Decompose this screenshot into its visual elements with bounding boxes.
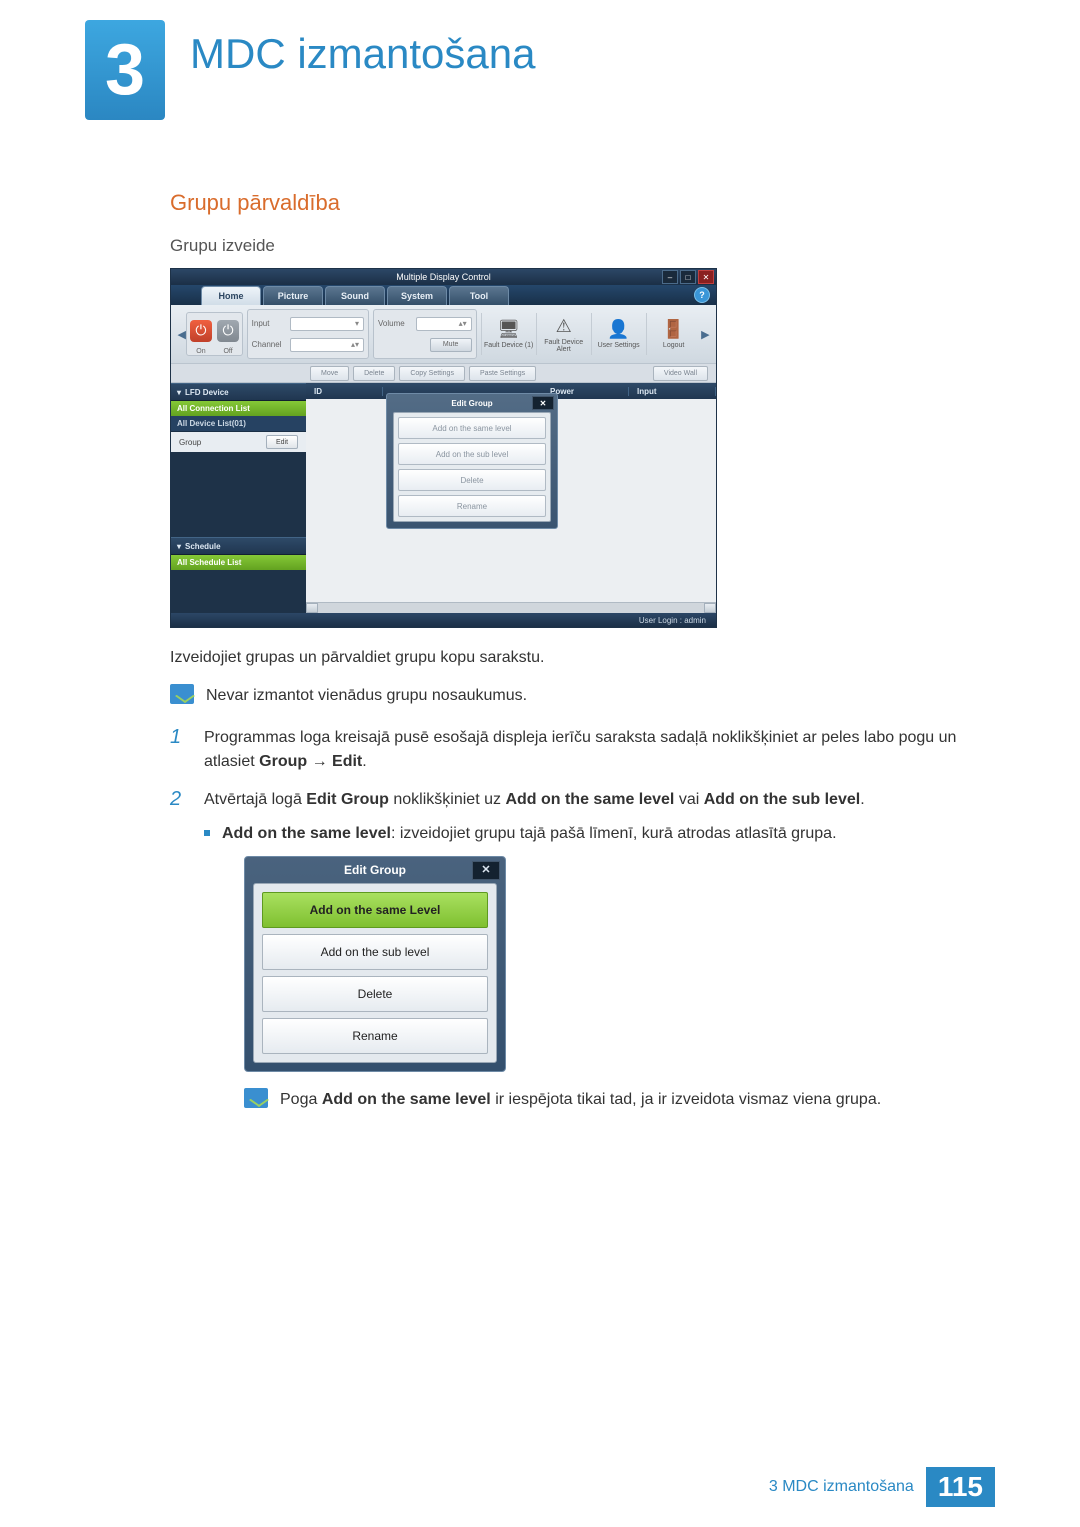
horizontal-scrollbar[interactable] [306,602,716,613]
user-icon: 👤 [607,319,629,340]
input-channel-block: Input▾ Channel▴▾ [247,309,369,359]
large-opt-rename[interactable]: Rename [262,1018,488,1054]
bullet-1: Add on the same level: izveidojiet grupu… [222,822,837,846]
video-wall-button[interactable]: Video Wall [653,366,708,381]
sidebar-lfd-header[interactable]: ▾ LFD Device [171,383,306,401]
main-area: ID Power Input Edit Group ✕ Add on the s… [306,383,716,613]
warning-icon: ⚠ [556,316,572,337]
maximize-icon[interactable]: □ [680,270,696,284]
sidebar-group-label: Group [179,438,201,447]
minimize-icon[interactable]: – [662,270,678,284]
dialog-large-close-icon[interactable]: ✕ [472,861,500,880]
chapter-title: MDC izmantošana [190,30,535,78]
sidebar-all-connection[interactable]: All Connection List [171,401,306,416]
paste-settings-button[interactable]: Paste Settings [469,366,536,381]
scroll-right-icon[interactable]: ▶ [701,314,710,354]
large-opt-add-same[interactable]: Add on the same Level [262,892,488,928]
logout-button[interactable]: 🚪Logout [646,313,701,355]
large-opt-add-sub[interactable]: Add on the sub level [262,934,488,970]
tab-picture[interactable]: Picture [263,286,323,305]
col-id: ID [306,387,383,396]
opt-add-sub-level[interactable]: Add on the sub level [398,443,546,465]
channel-stepper[interactable]: ▴▾ [290,338,364,352]
tab-tool[interactable]: Tool [449,286,509,305]
user-settings-button[interactable]: 👤User Settings [591,313,646,355]
status-bar: User Login : admin [171,613,716,627]
step-2-number: 2 [170,788,188,1130]
scroll-left-icon[interactable]: ◀ [177,314,186,354]
note-2: Poga Add on the same level ir iespējota … [280,1088,881,1112]
volume-block: Volume▴▾ Mute [373,309,477,359]
note-1: Nevar izmantot vienādus grupu nosaukumus… [206,684,527,708]
window-title: Multiple Display Control [396,272,491,282]
main-tabs: Home Picture Sound System Tool ? [171,285,716,305]
tab-sound[interactable]: Sound [325,286,385,305]
power-on-label: On [187,348,214,355]
volume-stepper[interactable]: ▴▾ [416,317,472,331]
edit-group-dialog: Edit Group ✕ Add on the same level Add o… [386,393,558,529]
input-dropdown[interactable]: ▾ [290,317,364,331]
tab-home[interactable]: Home [201,286,261,305]
opt-delete[interactable]: Delete [398,469,546,491]
footer-page-number: 115 [926,1467,995,1507]
bullet-dot-icon [204,830,210,836]
fault-alert-button[interactable]: ⚠Fault Device Alert [536,313,591,355]
power-block: ⏻ ⏻ On Off [186,312,242,356]
mdc-screenshot: Multiple Display Control – □ ✕ Home Pict… [170,268,717,628]
sidebar-edit-button[interactable]: Edit [266,435,298,449]
step-1-text: Programmas loga kreisajā pusē esošajā di… [204,726,1000,774]
help-icon[interactable]: ? [694,287,710,303]
door-icon: 🚪 [662,319,684,340]
col-input: Input [629,387,716,396]
step-2-text: Atvērtajā logā Edit Group noklikšķiniet … [204,788,1000,1130]
large-opt-delete[interactable]: Delete [262,976,488,1012]
footer-label: 3 MDC izmantošana [769,1478,914,1496]
opt-add-same-level[interactable]: Add on the same level [398,417,546,439]
move-button[interactable]: Move [310,366,349,381]
close-icon[interactable]: ✕ [698,270,714,284]
edit-group-dialog-large: Edit Group ✕ Add on the same Level Add o… [244,856,506,1072]
sidebar-schedule-header[interactable]: ▾ Schedule [171,537,306,555]
sidebar-all-schedule[interactable]: All Schedule List [171,555,306,570]
note-icon [244,1088,268,1108]
power-off-icon[interactable]: ⏻ [217,320,239,342]
section-heading: Grupu pārvaldība [170,190,1000,216]
intro-text: Izveidojiet grupas un pārvaldiet grupu k… [170,646,1000,670]
dialog-title: Edit Group ✕ [387,394,557,412]
input-label: Input [252,319,290,328]
dialog-close-icon[interactable]: ✕ [532,396,554,410]
fault-device-button[interactable]: 🖥Fault Device (1) [481,313,536,355]
monitor-icon: 🖥 [497,319,520,340]
copy-settings-button[interactable]: Copy Settings [399,366,465,381]
dialog-large-title: Edit Group [344,861,406,879]
volume-label: Volume [378,319,416,328]
subsection-heading: Grupu izveide [170,236,1000,256]
power-off-label: Off [215,348,242,355]
action-bar: Move Delete Copy Settings Paste Settings… [171,363,716,383]
sidebar-all-device[interactable]: All Device List(01) [171,416,306,432]
window-titlebar: Multiple Display Control – □ ✕ [171,269,716,285]
mute-button[interactable]: Mute [430,338,472,352]
delete-button[interactable]: Delete [353,366,395,381]
page-footer: 3 MDC izmantošana 115 [769,1467,995,1507]
step-1-number: 1 [170,726,188,774]
sidebar-group-row: Group Edit [171,432,306,452]
sidebar: ▾ LFD Device All Connection List All Dev… [171,383,306,613]
tab-system[interactable]: System [387,286,447,305]
power-on-icon[interactable]: ⏻ [190,320,212,342]
chapter-number-badge: 3 [85,20,165,120]
note-icon [170,684,194,704]
opt-rename[interactable]: Rename [398,495,546,517]
channel-label: Channel [252,340,290,349]
toolbar: ◀ ⏻ ⏻ On Off Input▾ Channel▴▾ Volume▴▾ M… [171,305,716,363]
